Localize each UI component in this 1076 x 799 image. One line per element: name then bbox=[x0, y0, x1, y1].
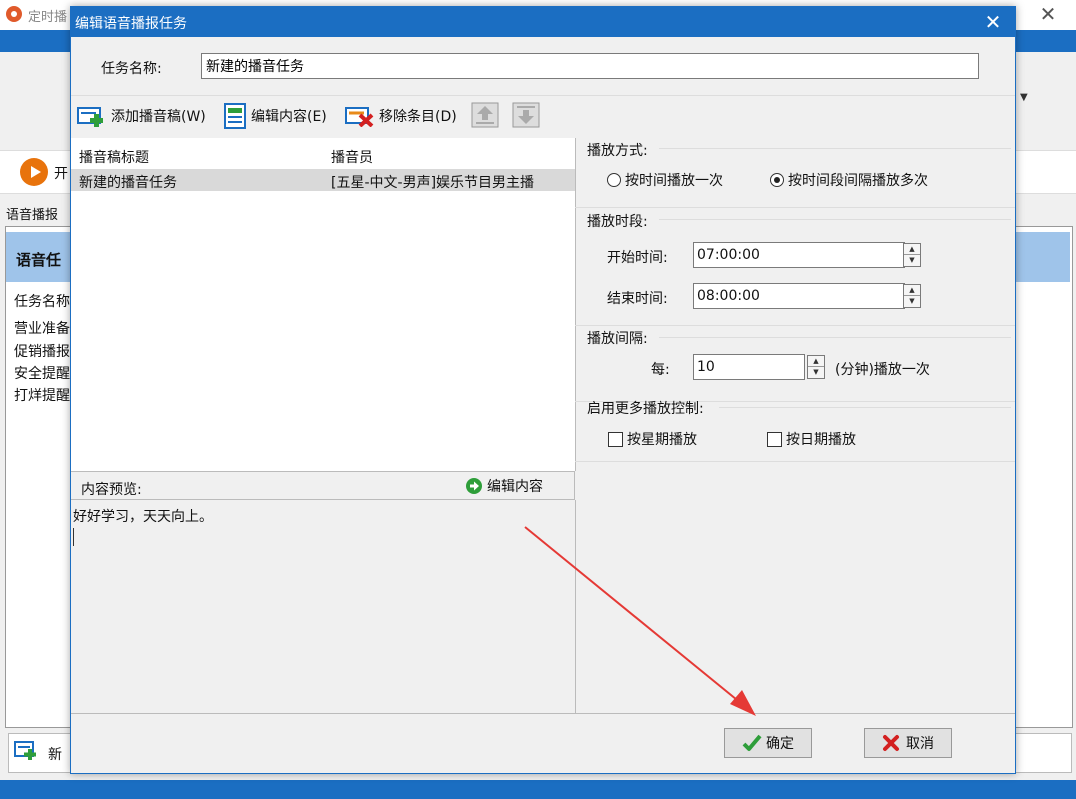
move-up-icon[interactable] bbox=[471, 102, 499, 128]
divider bbox=[575, 325, 1015, 326]
ok-label: 确定 bbox=[766, 736, 794, 752]
radio-once-circle[interactable] bbox=[607, 173, 621, 187]
add-script-button[interactable]: 添加播音稿(W) bbox=[77, 103, 206, 129]
spinner-down-icon[interactable]: ▼ bbox=[808, 367, 824, 378]
radio-interval-circle[interactable] bbox=[770, 173, 784, 187]
chevron-down-icon[interactable]: ▼ bbox=[1020, 92, 1028, 103]
end-time-input[interactable]: 08:00:00 bbox=[693, 283, 905, 309]
radio-play-once[interactable]: 按时间播放一次 bbox=[607, 170, 723, 190]
dialog-titlebar bbox=[71, 7, 1015, 37]
add-script-label: 添加播音稿(W) bbox=[111, 109, 206, 125]
end-time-label: 结束时间: bbox=[607, 291, 668, 307]
list-item-announcer: [五星-中文-男声]娱乐节目男主播 bbox=[331, 175, 535, 191]
more-control-title: 启用更多播放控制: bbox=[587, 401, 704, 417]
divider bbox=[659, 219, 1011, 220]
main-status-band bbox=[0, 780, 1076, 799]
divider bbox=[575, 461, 1015, 462]
start-time-label: 开始时间: bbox=[607, 250, 668, 266]
tab-voice-broadcast[interactable]: 语音播报 bbox=[6, 204, 58, 223]
divider bbox=[659, 337, 1011, 338]
by-week-label: 按星期播放 bbox=[627, 432, 697, 448]
radio-play-interval[interactable]: 按时间段间隔播放多次 bbox=[770, 170, 928, 190]
document-edit-icon bbox=[224, 103, 246, 129]
by-date-label: 按日期播放 bbox=[786, 432, 856, 448]
preview-header: 内容预览: 编辑内容 bbox=[71, 471, 575, 500]
checkmark-icon bbox=[742, 734, 762, 751]
divider bbox=[719, 407, 1011, 408]
spinner-up-icon[interactable]: ▲ bbox=[904, 285, 920, 296]
play-mode-title: 播放方式: bbox=[587, 143, 648, 159]
table-row[interactable]: 营业准备 bbox=[14, 318, 70, 338]
main-close-icon[interactable]: ✕ bbox=[1036, 2, 1060, 26]
start-button-label[interactable]: 开 bbox=[54, 163, 68, 183]
edit-broadcast-dialog: 编辑语音播报任务 ✕ 任务名称: 添加播音稿(W) 编辑内容(E) 移除条目(D… bbox=[70, 6, 1016, 774]
table-row[interactable]: 安全提醒 bbox=[14, 363, 70, 383]
table-row[interactable]: 促销播报 bbox=[14, 341, 70, 361]
start-time-input[interactable]: 07:00:00 bbox=[693, 242, 905, 268]
add-task-label: 新 bbox=[48, 747, 62, 763]
add-script-icon bbox=[77, 107, 103, 127]
table-row[interactable]: 打烊提醒 bbox=[14, 385, 70, 405]
ok-button[interactable]: 确定 bbox=[724, 728, 812, 758]
play-period-title: 播放时段: bbox=[587, 214, 648, 230]
checkbox-by-week[interactable]: 按星期播放 bbox=[608, 429, 697, 449]
end-time-spinner[interactable]: ▲ ▼ bbox=[903, 284, 921, 308]
dialog-toolbar bbox=[71, 95, 1015, 138]
checkbox-box[interactable] bbox=[767, 431, 782, 447]
play-icon[interactable] bbox=[20, 158, 48, 186]
column-header-title[interactable]: 播音稿标题 bbox=[79, 147, 149, 167]
preview-label: 内容预览: bbox=[81, 482, 142, 498]
preview-edit-label: 编辑内容 bbox=[487, 479, 543, 495]
arrow-right-circle-icon bbox=[466, 478, 482, 494]
preview-textarea[interactable]: 好好学习，天天向上。 bbox=[71, 500, 576, 713]
task-name-input[interactable] bbox=[201, 53, 979, 79]
preview-edit-button[interactable]: 编辑内容 bbox=[465, 476, 543, 496]
cancel-label: 取消 bbox=[906, 736, 934, 752]
spinner-up-icon[interactable]: ▲ bbox=[904, 244, 920, 255]
text-caret bbox=[73, 528, 74, 546]
interval-minutes-input[interactable]: 10 bbox=[693, 354, 805, 380]
start-time-spinner[interactable]: ▲ ▼ bbox=[903, 243, 921, 267]
remove-item-button[interactable]: 移除条目(D) bbox=[345, 103, 457, 129]
remove-item-icon bbox=[345, 107, 374, 127]
remove-item-label: 移除条目(D) bbox=[379, 109, 457, 125]
dialog-close-icon[interactable]: ✕ bbox=[981, 10, 1005, 34]
spinner-down-icon[interactable]: ▼ bbox=[904, 296, 920, 307]
divider bbox=[659, 148, 1011, 149]
divider bbox=[575, 207, 1015, 208]
play-interval-title: 播放间隔: bbox=[587, 331, 648, 347]
cancel-x-icon bbox=[883, 735, 899, 751]
task-panel-title: 语音任 bbox=[16, 251, 62, 269]
radio-once-label: 按时间播放一次 bbox=[625, 173, 723, 189]
add-list-icon bbox=[14, 741, 36, 760]
spinner-up-icon[interactable]: ▲ bbox=[808, 356, 824, 367]
checkbox-box[interactable] bbox=[608, 431, 623, 447]
column-header-task-name[interactable]: 任务名称 bbox=[14, 291, 70, 311]
every-label: 每: bbox=[651, 362, 670, 378]
main-window-title: 定时播 bbox=[28, 10, 68, 25]
cancel-button[interactable]: 取消 bbox=[864, 728, 952, 758]
list-item-title: 新建的播音任务 bbox=[79, 175, 177, 191]
task-name-label: 任务名称: bbox=[101, 61, 162, 77]
edit-content-button[interactable]: 编辑内容(E) bbox=[223, 103, 327, 129]
edit-content-label: 编辑内容(E) bbox=[251, 109, 327, 125]
checkbox-by-date[interactable]: 按日期播放 bbox=[767, 429, 856, 449]
script-list[interactable]: 播音稿标题 播音员 新建的播音任务 [五星-中文-男声]娱乐节目男主播 bbox=[71, 138, 576, 471]
interval-spinner[interactable]: ▲ ▼ bbox=[807, 355, 825, 379]
column-header-announcer[interactable]: 播音员 bbox=[331, 147, 373, 167]
dialog-title: 编辑语音播报任务 bbox=[75, 16, 187, 32]
preview-text: 好好学习，天天向上。 bbox=[73, 509, 213, 525]
move-down-icon[interactable] bbox=[512, 102, 540, 128]
spinner-down-icon[interactable]: ▼ bbox=[904, 255, 920, 266]
app-logo-icon bbox=[6, 6, 22, 22]
interval-suffix: (分钟)播放一次 bbox=[835, 362, 930, 378]
radio-interval-label: 按时间段间隔播放多次 bbox=[788, 173, 928, 189]
